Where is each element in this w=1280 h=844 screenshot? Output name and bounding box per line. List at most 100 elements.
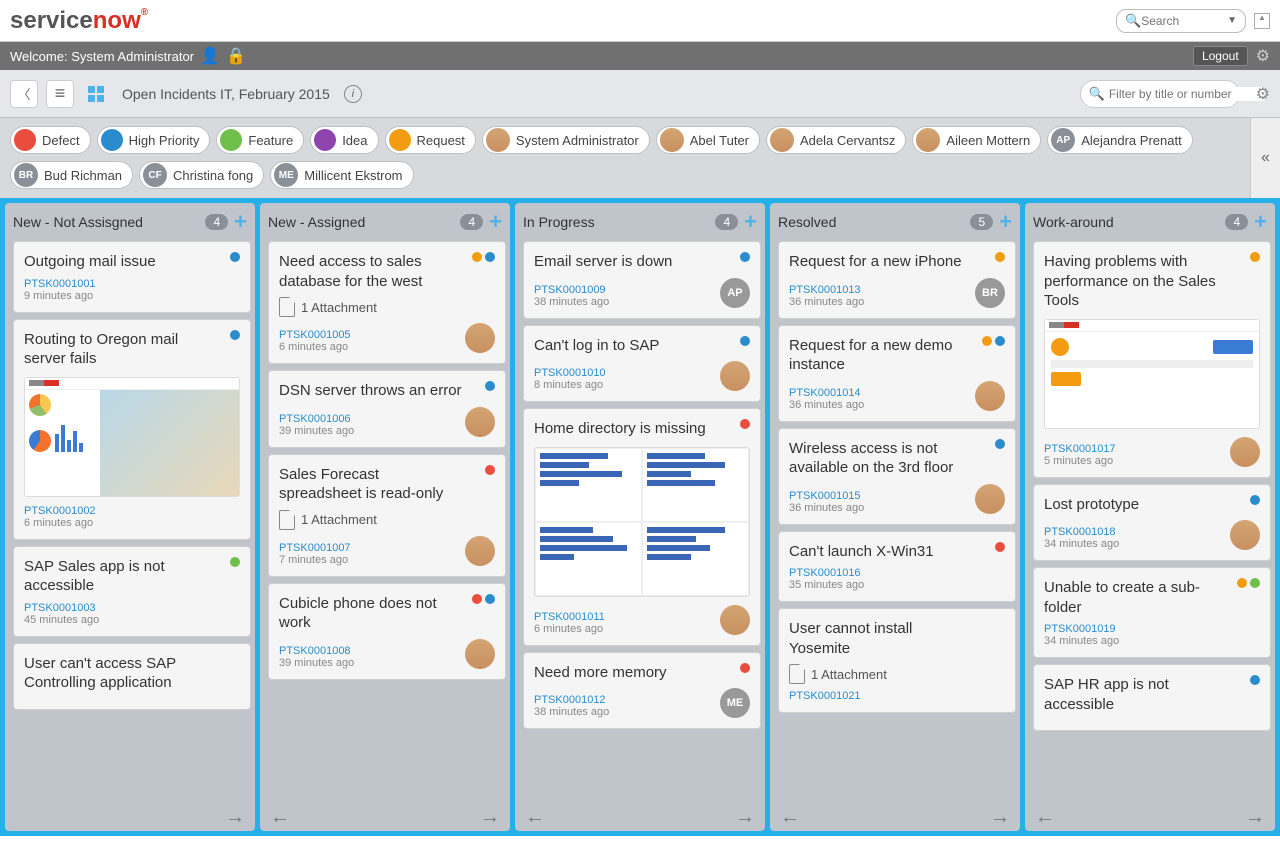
lane-body[interactable]: Outgoing mail issue PTSK0001001 9 minute… bbox=[5, 241, 255, 803]
global-search-input[interactable] bbox=[1141, 14, 1227, 28]
gear-icon[interactable]: ⚙ bbox=[1256, 46, 1270, 66]
user-icon[interactable]: 👤 bbox=[200, 46, 220, 66]
collapse-filters-button[interactable]: « bbox=[1250, 118, 1280, 198]
kanban-card[interactable]: Having problems with performance on the … bbox=[1033, 241, 1271, 478]
filter-tag[interactable]: Defect bbox=[10, 126, 91, 154]
grid-view-button[interactable] bbox=[82, 80, 110, 108]
filter-person[interactable]: APAlejandra Prenatt bbox=[1047, 126, 1192, 154]
kanban-card[interactable]: Cubicle phone does not work PTSK0001008 … bbox=[268, 583, 506, 680]
attachment-row: 1 Attachment bbox=[789, 664, 1005, 684]
arrow-right-icon[interactable]: → bbox=[480, 806, 500, 829]
kanban-card[interactable]: Wireless access is not available on the … bbox=[778, 428, 1016, 525]
chevron-down-icon[interactable]: ▼ bbox=[1227, 15, 1237, 26]
avatar: BR bbox=[975, 278, 1005, 308]
lane-header: In Progress 4 + bbox=[515, 203, 765, 241]
arrow-left-icon[interactable]: ← bbox=[1035, 806, 1055, 829]
back-button[interactable]: 〈 bbox=[10, 80, 38, 108]
kanban-card[interactable]: User cannot install Yosemite 1 Attachmen… bbox=[778, 608, 1016, 713]
kanban-card[interactable]: Email server is down PTSK0001009 38 minu… bbox=[523, 241, 761, 319]
kanban-card[interactable]: Need access to sales database for the we… bbox=[268, 241, 506, 364]
kanban-card[interactable]: DSN server throws an error PTSK0001006 3… bbox=[268, 370, 506, 448]
filter-tag[interactable]: Feature bbox=[216, 126, 304, 154]
kanban-card[interactable]: Request for a new iPhone PTSK0001013 36 … bbox=[778, 241, 1016, 319]
add-card-button[interactable]: + bbox=[1254, 209, 1267, 235]
add-card-button[interactable]: + bbox=[999, 209, 1012, 235]
card-id: PTSK0001017 bbox=[1044, 443, 1116, 455]
avatar bbox=[770, 128, 794, 152]
kanban-card[interactable]: Home directory is missing PTSK0001011 6 … bbox=[523, 408, 761, 646]
kanban-card[interactable]: Request for a new demo instance PTSK0001… bbox=[778, 325, 1016, 422]
filter-input[interactable] bbox=[1109, 87, 1264, 101]
filter-person[interactable]: CFChristina fong bbox=[139, 161, 264, 189]
list-view-button[interactable] bbox=[46, 80, 74, 108]
lane-body[interactable]: Need access to sales database for the we… bbox=[260, 241, 510, 803]
lane-footer: ← → bbox=[1025, 803, 1275, 831]
card-id: PTSK0001007 bbox=[279, 542, 351, 554]
lane-count: 5 bbox=[970, 214, 993, 230]
filter-person[interactable]: BRBud Richman bbox=[10, 161, 133, 189]
kanban-card[interactable]: SAP HR app is not accessible bbox=[1033, 664, 1271, 731]
search-icon: 🔍 bbox=[1125, 13, 1141, 29]
kanban-lane: In Progress 4 + Email server is down PTS… bbox=[515, 203, 765, 831]
arrow-right-icon[interactable]: → bbox=[990, 806, 1010, 829]
card-id: PTSK0001015 bbox=[789, 490, 864, 502]
kanban-card[interactable]: Can't log in to SAP PTSK0001010 8 minute… bbox=[523, 325, 761, 403]
filter-tag[interactable]: High Priority bbox=[97, 126, 211, 154]
gear-icon[interactable]: ⚙ bbox=[1256, 84, 1270, 104]
logo-now: now bbox=[93, 7, 141, 34]
arrow-left-icon[interactable]: ← bbox=[525, 806, 545, 829]
kanban-card[interactable]: Can't launch X-Win31 PTSK0001016 35 minu… bbox=[778, 531, 1016, 603]
card-time: 34 minutes ago bbox=[1044, 538, 1119, 550]
filter-person[interactable]: Abel Tuter bbox=[656, 126, 760, 154]
kanban-card[interactable]: Lost prototype PTSK0001018 34 minutes ag… bbox=[1033, 484, 1271, 562]
filter-person[interactable]: Adela Cervantsz bbox=[766, 126, 906, 154]
filter-tag[interactable]: Request bbox=[385, 126, 476, 154]
kanban-lane: Work-around 4 + Having problems with per… bbox=[1025, 203, 1275, 831]
lock-icon[interactable]: 🔒 bbox=[226, 46, 246, 66]
kanban-card[interactable]: Sales Forecast spreadsheet is read-only … bbox=[268, 454, 506, 577]
add-card-button[interactable]: + bbox=[489, 209, 502, 235]
filter-person[interactable]: System Administrator bbox=[482, 126, 650, 154]
expand-icon[interactable] bbox=[1254, 13, 1270, 29]
kanban-card[interactable]: Outgoing mail issue PTSK0001001 9 minute… bbox=[13, 241, 251, 313]
arrow-right-icon[interactable]: → bbox=[225, 806, 245, 829]
lane-count: 4 bbox=[1225, 214, 1248, 230]
kanban-card[interactable]: Unable to create a sub-folder PTSK000101… bbox=[1033, 567, 1271, 658]
card-tags bbox=[740, 252, 750, 262]
add-card-button[interactable]: + bbox=[744, 209, 757, 235]
arrow-left-icon[interactable]: ← bbox=[780, 806, 800, 829]
kanban-card[interactable]: User can't access SAP Controlling applic… bbox=[13, 643, 251, 710]
avatar: BR bbox=[14, 163, 38, 187]
kanban-lane: Resolved 5 + Request for a new iPhone PT… bbox=[770, 203, 1020, 831]
arrow-right-icon[interactable]: → bbox=[735, 806, 755, 829]
arrow-right-icon[interactable]: → bbox=[1245, 806, 1265, 829]
kanban-lane: New - Assigned 4 + Need access to sales … bbox=[260, 203, 510, 831]
filter-tag[interactable]: Idea bbox=[310, 126, 378, 154]
kanban-card[interactable]: Need more memory PTSK0001012 38 minutes … bbox=[523, 652, 761, 730]
kanban-card[interactable]: SAP Sales app is not accessible PTSK0001… bbox=[13, 546, 251, 637]
lane-body[interactable]: Having problems with performance on the … bbox=[1025, 241, 1275, 803]
avatar: ME bbox=[720, 688, 750, 718]
global-search[interactable]: 🔍 ▼ bbox=[1116, 9, 1246, 33]
card-tags bbox=[740, 663, 750, 673]
logout-button[interactable]: Logout bbox=[1193, 46, 1248, 66]
card-title: Need more memory bbox=[534, 663, 750, 683]
card-id: PTSK0001021 bbox=[789, 690, 861, 702]
filter-input-wrap[interactable]: 🔍 bbox=[1080, 80, 1240, 108]
lane-body[interactable]: Request for a new iPhone PTSK0001013 36 … bbox=[770, 241, 1020, 803]
arrow-left-icon[interactable]: ← bbox=[270, 806, 290, 829]
card-id: PTSK0001002 bbox=[24, 505, 96, 517]
add-card-button[interactable]: + bbox=[234, 209, 247, 235]
card-title: Can't log in to SAP bbox=[534, 336, 750, 356]
filter-person[interactable]: MEMillicent Ekstrom bbox=[270, 161, 413, 189]
kanban-card[interactable]: Routing to Oregon mail server fails PTSK… bbox=[13, 319, 251, 540]
card-id: PTSK0001014 bbox=[789, 387, 864, 399]
avatar: ME bbox=[274, 163, 298, 187]
info-icon[interactable]: i bbox=[344, 85, 362, 103]
tag-color-dot bbox=[14, 129, 36, 151]
card-tags bbox=[1250, 252, 1260, 262]
card-time: 39 minutes ago bbox=[279, 425, 354, 437]
lane-body[interactable]: Email server is down PTSK0001009 38 minu… bbox=[515, 241, 765, 803]
card-title: Need access to sales database for the we… bbox=[279, 252, 495, 291]
filter-person[interactable]: Aileen Mottern bbox=[912, 126, 1041, 154]
